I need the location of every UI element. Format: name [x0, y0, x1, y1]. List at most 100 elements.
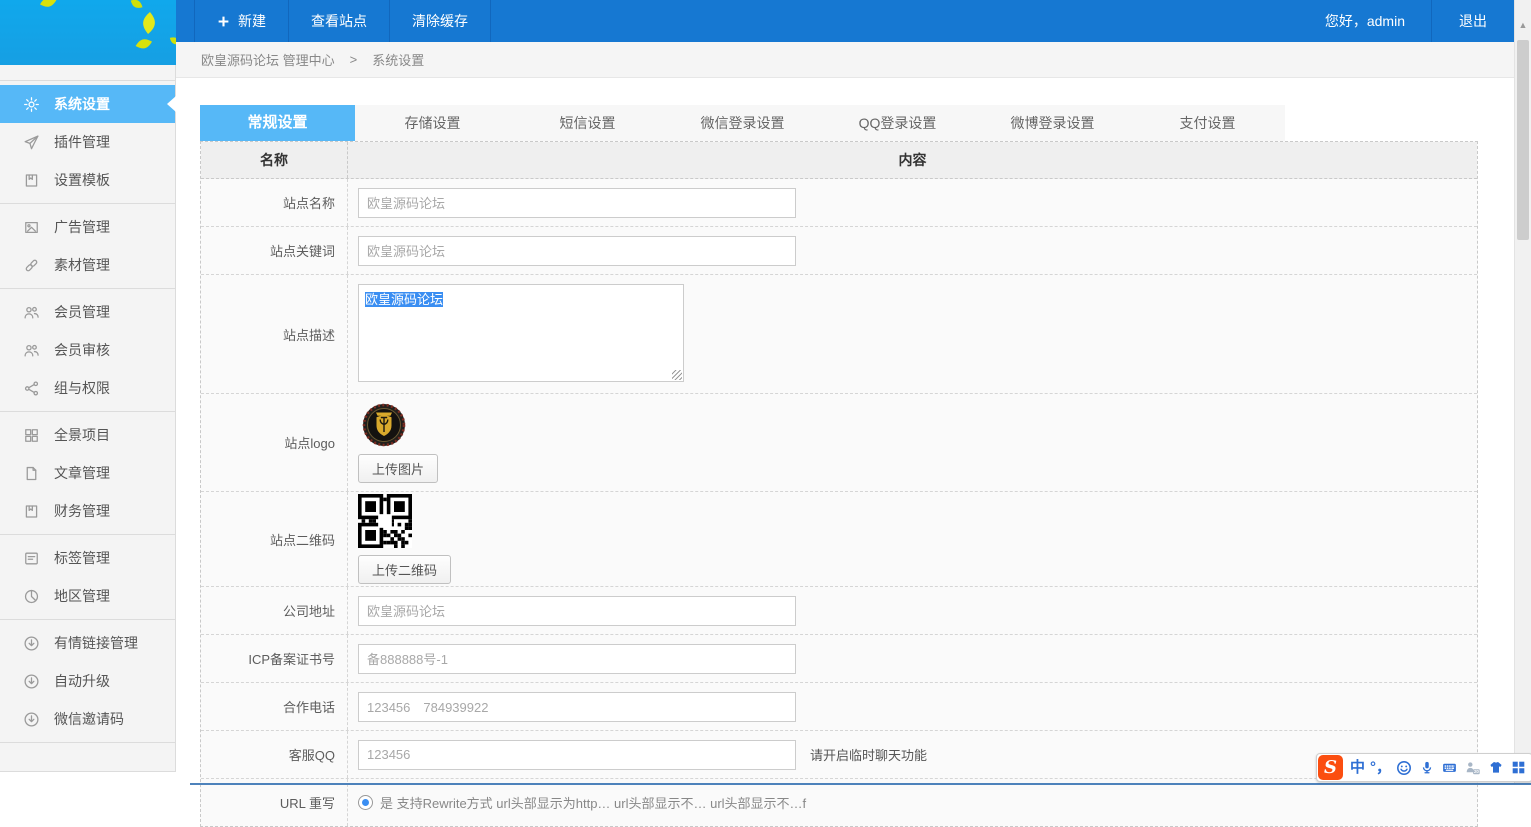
sidebar-item-region-management[interactable]: 地区管理 [0, 577, 175, 615]
sidebar-item-groups-permissions[interactable]: 组与权限 [0, 369, 175, 407]
sidebar-group: 有情链接管理自动升级微信邀请码 [0, 620, 175, 743]
row-content [348, 227, 1477, 274]
keyboard-icon[interactable] [1438, 754, 1461, 781]
row-label: 站点名称 [201, 179, 348, 226]
settings-row-site-description: 站点描述欧皇源码论坛 [201, 275, 1477, 394]
scrollbar-up-arrow[interactable]: ▲ [1515, 19, 1531, 31]
tab-payment[interactable]: 支付设置 [1130, 105, 1285, 141]
settings-row-site-name: 站点名称 [201, 179, 1477, 227]
settings-row-site-qrcode: 站点二维码上传二维码 [201, 492, 1477, 587]
settings-row-site-keywords: 站点关键词 [201, 227, 1477, 275]
sogou-logo-icon[interactable]: S [1318, 755, 1343, 780]
sidebar-item-wechat-invite-code[interactable]: 微信邀请码 [0, 700, 175, 738]
row-content [348, 683, 1477, 730]
row-label: 站点关键词 [201, 227, 348, 274]
topbar-user-area: 您好，admin 退出 [1299, 0, 1514, 42]
sidebar-item-ad-management[interactable]: 广告管理 [0, 208, 175, 246]
sidebar-item-tag-management[interactable]: 标签管理 [0, 539, 175, 577]
breadcrumb-site-link[interactable]: 欧皇源码论坛 管理中心 [201, 50, 335, 69]
site-name-input[interactable] [358, 188, 796, 218]
emoji-icon[interactable] [1392, 754, 1415, 781]
service-qq-note: 请开启临时聊天功能 [810, 745, 927, 764]
skin-icon[interactable] [1484, 754, 1507, 781]
sidebar-item-finance-management[interactable]: 财务管理 [0, 492, 175, 530]
tab-storage[interactable]: 存储设置 [355, 105, 510, 141]
sidebar-item-material-management[interactable]: 素材管理 [0, 246, 175, 284]
settings-tabs: 常规设置存储设置短信设置微信登录设置QQ登录设置微博登录设置支付设置 [200, 105, 1285, 141]
sidebar-item-auto-upgrade[interactable]: 自动升级 [0, 662, 175, 700]
tab-sms[interactable]: 短信设置 [510, 105, 665, 141]
site-qrcode-upload-button[interactable]: 上传二维码 [358, 555, 451, 584]
scrollbar-thumb[interactable] [1517, 40, 1529, 240]
logout-button[interactable]: 退出 [1431, 0, 1514, 42]
sidebar-item-member-review[interactable]: 会员审核 [0, 331, 175, 369]
sidebar-item-label: 系统设置 [54, 94, 110, 114]
settings-row-service-qq: 客服QQ 请开启临时聊天功能 [201, 731, 1477, 779]
topbar-menu-label: 新建 [238, 11, 266, 31]
row-content: 上传图片 [348, 394, 1477, 491]
microphone-icon[interactable] [1415, 754, 1438, 781]
sidebar-item-member-management[interactable]: 会员管理 [0, 293, 175, 331]
users-icon [22, 341, 40, 359]
punctuation-icon[interactable]: °， [1369, 754, 1392, 781]
settings-table: 名称 内容 站点名称站点关键词站点描述欧皇源码论坛站点logo上传图片站点二维码… [200, 141, 1478, 827]
tab-general[interactable]: 常规设置 [200, 105, 355, 141]
row-content [348, 587, 1477, 634]
topbar-menu: 新建 查看站点 清除缓存 [176, 0, 491, 42]
row-label: URL 重写 [201, 779, 348, 826]
sidebar-item-system-settings[interactable]: 系统设置 [0, 85, 175, 123]
selected-text: 欧皇源码论坛 [365, 292, 443, 307]
chinese-mode-icon[interactable]: 中 [1346, 754, 1369, 781]
row-content: 是 支持Rewrite方式 url头部显示为http… url头部显示不… ur… [348, 779, 1477, 826]
menu-grid-icon[interactable] [1507, 754, 1530, 781]
topbar-menu-label: 清除缓存 [412, 11, 468, 31]
toolbox-icon[interactable]: 20 [1461, 754, 1484, 781]
file-icon [22, 464, 40, 482]
book-icon [22, 502, 40, 520]
topbar-clear-cache-button[interactable]: 清除缓存 [390, 0, 491, 42]
punctuation-icon-glyph: °， [1370, 760, 1391, 775]
users-icon [22, 303, 40, 321]
sidebar-item-article-management[interactable]: 文章管理 [0, 454, 175, 492]
gear-icon [22, 95, 40, 113]
vertical-scrollbar[interactable]: ▲ [1514, 0, 1531, 785]
chinese-mode-icon-glyph: 中 [1350, 760, 1365, 775]
sidebar-item-label: 素材管理 [54, 255, 110, 275]
download-icon [22, 710, 40, 728]
header-content-cell: 内容 [348, 142, 1477, 178]
site-logo-upload-button[interactable]: 上传图片 [358, 454, 438, 483]
download-icon [22, 672, 40, 690]
topbar-menu-label: 查看站点 [311, 11, 367, 31]
site-brand-logo[interactable] [0, 0, 176, 65]
tab-wechat-login[interactable]: 微信登录设置 [665, 105, 820, 141]
url-rewrite-radio-text: 是 支持Rewrite方式 url头部显示为http… url头部显示不… ur… [380, 793, 806, 812]
top-navigation-bar: 新建 查看站点 清除缓存 您好，admin 退出 [176, 0, 1514, 42]
sidebar-item-plugin-management[interactable]: 插件管理 [0, 123, 175, 161]
row-content [348, 179, 1477, 226]
company-address-input[interactable] [358, 596, 796, 626]
site-keywords-input[interactable] [358, 236, 796, 266]
sidebar-item-panorama-projects[interactable]: 全景项目 [0, 416, 175, 454]
row-label: 客服QQ [201, 731, 348, 778]
tab-qq-login[interactable]: QQ登录设置 [820, 105, 975, 141]
book-icon [22, 171, 40, 189]
site-description-textarea[interactable]: 欧皇源码论坛 [358, 284, 684, 382]
contact-phone-input[interactable] [358, 692, 796, 722]
sidebar-item-friend-links-management[interactable]: 有情链接管理 [0, 624, 175, 662]
row-content: 欧皇源码论坛 [348, 275, 1477, 393]
topbar-view-site-button[interactable]: 查看站点 [289, 0, 390, 42]
sidebar-item-label: 文章管理 [54, 463, 110, 483]
table-header-row: 名称 内容 [201, 142, 1477, 179]
sidebar-item-label: 会员管理 [54, 302, 110, 322]
sidebar-item-template-settings[interactable]: 设置模板 [0, 161, 175, 199]
url-rewrite-radio[interactable] [358, 795, 373, 810]
topbar-new-button[interactable]: 新建 [194, 0, 289, 42]
icp-number-input[interactable] [358, 644, 796, 674]
row-label: ICP备案证书号 [201, 635, 348, 682]
sidebar-group: 广告管理素材管理 [0, 204, 175, 289]
service-qq-input[interactable] [358, 740, 796, 770]
sidebar-item-label: 地区管理 [54, 586, 110, 606]
sidebar-menu: 管理首页系统设置插件管理设置模板广告管理素材管理会员管理会员审核组与权限全景项目… [0, 34, 175, 743]
settings-row-site-logo: 站点logo上传图片 [201, 394, 1477, 492]
tab-weibo-login[interactable]: 微博登录设置 [975, 105, 1130, 141]
